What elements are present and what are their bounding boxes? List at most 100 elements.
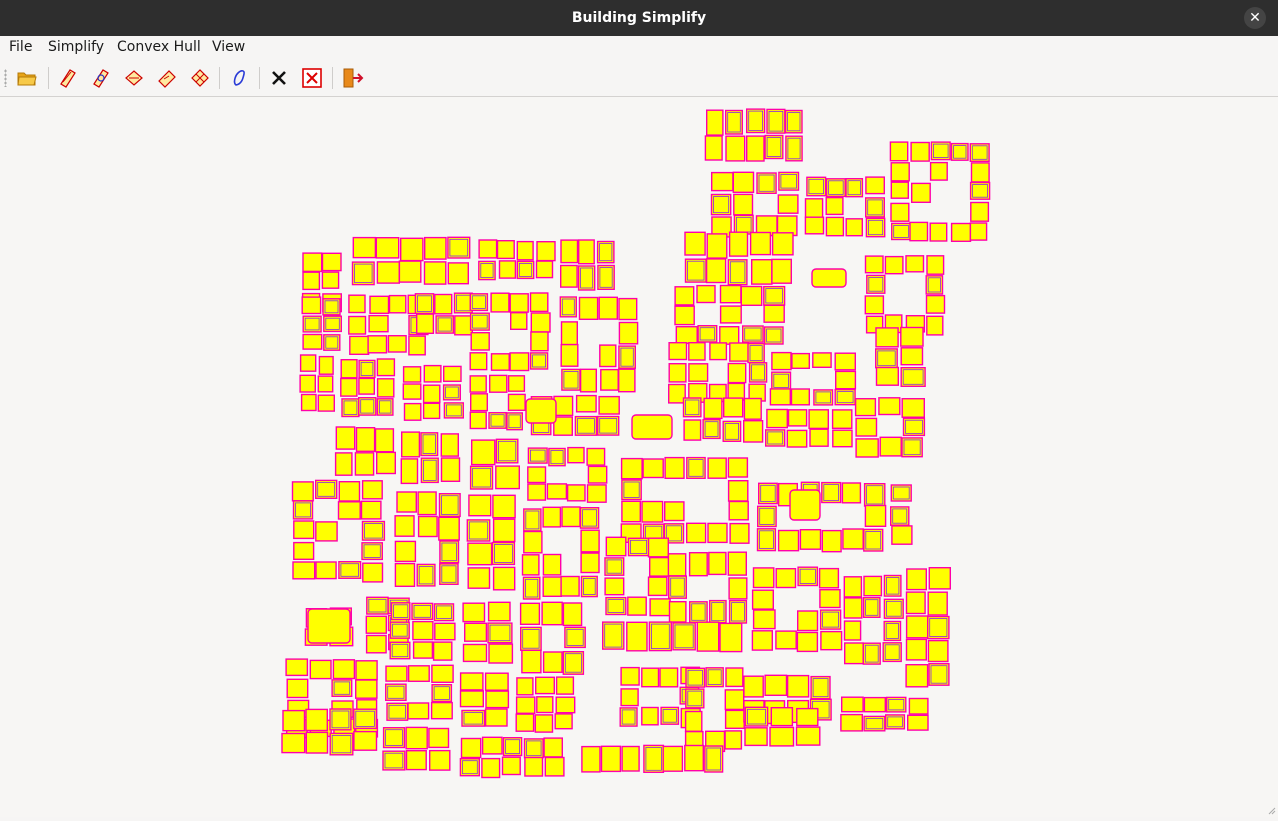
building-footprint [429, 749, 451, 771]
building-footprint [785, 135, 803, 162]
building-footprint [708, 551, 727, 576]
building-footprint [355, 660, 378, 681]
building-footprint [534, 714, 554, 733]
building-footprint [746, 135, 765, 162]
building-footprint [402, 383, 422, 400]
building-footprint [471, 439, 496, 466]
building-footprint [470, 331, 490, 351]
building-footprint [459, 758, 480, 777]
building-footprint [600, 368, 619, 391]
building-footprint [460, 737, 482, 759]
map-canvas[interactable] [0, 97, 1278, 817]
building-footprint [659, 667, 679, 688]
building-footprint [354, 452, 375, 476]
building-footprint [496, 239, 515, 260]
building-footprint [668, 575, 688, 599]
building-footprint [293, 520, 315, 540]
simplify-method-2-button[interactable] [88, 65, 114, 91]
building-map[interactable] [0, 97, 1278, 817]
building-footprint [889, 141, 909, 162]
building-footprint [376, 378, 395, 398]
building-footprint [709, 599, 727, 624]
building-footprint [433, 603, 455, 622]
building-footprint [686, 522, 707, 544]
building-footprint [580, 529, 600, 553]
building-footprint [675, 325, 698, 345]
building-footprint [882, 642, 902, 663]
building-footprint [598, 395, 620, 415]
building-footprint [523, 738, 544, 759]
building-footprint [709, 342, 728, 361]
building-footprint [711, 171, 734, 192]
building-footprint [929, 161, 948, 181]
building-footprint [668, 341, 688, 361]
building-footprint [555, 676, 575, 695]
building-footprint [890, 181, 909, 199]
building-footprint [562, 651, 585, 675]
building-footprint [674, 305, 695, 326]
exit-button[interactable] [339, 65, 365, 91]
building-footprint [535, 676, 556, 695]
building-footprint [548, 447, 566, 467]
close-window-button[interactable]: ✕ [1244, 7, 1266, 29]
building-footprint [854, 398, 877, 417]
simplify-method-1-button[interactable] [55, 65, 81, 91]
building-footprint [478, 260, 496, 281]
clear-all-button[interactable] [299, 65, 325, 91]
building-footprint [401, 431, 421, 458]
building-footprint [439, 563, 459, 585]
menu-file[interactable]: File [9, 38, 32, 57]
convex-hull-button[interactable] [227, 65, 253, 91]
building-footprint [560, 575, 580, 597]
building-footprint [484, 708, 508, 727]
menu-convex-hull[interactable]: Convex Hull [117, 38, 201, 57]
building-footprint [764, 674, 788, 696]
building-footprint [763, 304, 785, 323]
building-footprint [495, 465, 520, 490]
building-footprint [864, 295, 885, 315]
resize-grip-icon[interactable] [1266, 805, 1276, 815]
simplify-method-5-button[interactable] [187, 65, 213, 91]
simplify-method-4-button[interactable] [154, 65, 180, 91]
building-footprint [430, 701, 453, 720]
toolbar-grip[interactable] [4, 69, 7, 87]
building-footprint [926, 255, 945, 275]
clear-button[interactable] [266, 65, 292, 91]
building-footprint [689, 601, 708, 623]
building-footprint [641, 706, 659, 726]
building-footprint [561, 506, 581, 528]
menu-simplify[interactable]: Simplify [48, 38, 104, 57]
building-footprint [825, 178, 846, 198]
building-footprint [560, 264, 578, 288]
building-footprint [559, 296, 577, 318]
open-file-button[interactable] [14, 65, 40, 91]
building-footprint [821, 481, 842, 504]
building-footprint [390, 602, 411, 621]
building-footprint [488, 643, 514, 664]
building-footprint [909, 221, 929, 242]
toolbar-separator [48, 67, 49, 89]
building-footprint [883, 574, 902, 597]
building-footprint [705, 258, 727, 284]
building-footprint [648, 621, 673, 652]
building-footprint [724, 730, 743, 750]
building-footprint [928, 663, 950, 686]
building-footprint [453, 292, 473, 314]
building-footprint [495, 438, 519, 464]
simplify-method-3-button[interactable] [121, 65, 147, 91]
building-footprint [525, 398, 557, 424]
building-footprint [620, 688, 639, 707]
building-footprint [536, 696, 554, 714]
building-footprint [604, 557, 625, 576]
building-footprint [733, 214, 754, 235]
building-footprint [438, 516, 460, 541]
building-footprint [302, 252, 323, 273]
building-footprint [627, 596, 647, 616]
building-footprint [724, 689, 745, 711]
building-footprint [756, 528, 777, 552]
building-footprint [810, 675, 831, 700]
building-footprint [382, 750, 406, 771]
building-footprint [416, 563, 436, 587]
building-footprint [443, 365, 462, 382]
menu-view[interactable]: View [212, 38, 245, 57]
